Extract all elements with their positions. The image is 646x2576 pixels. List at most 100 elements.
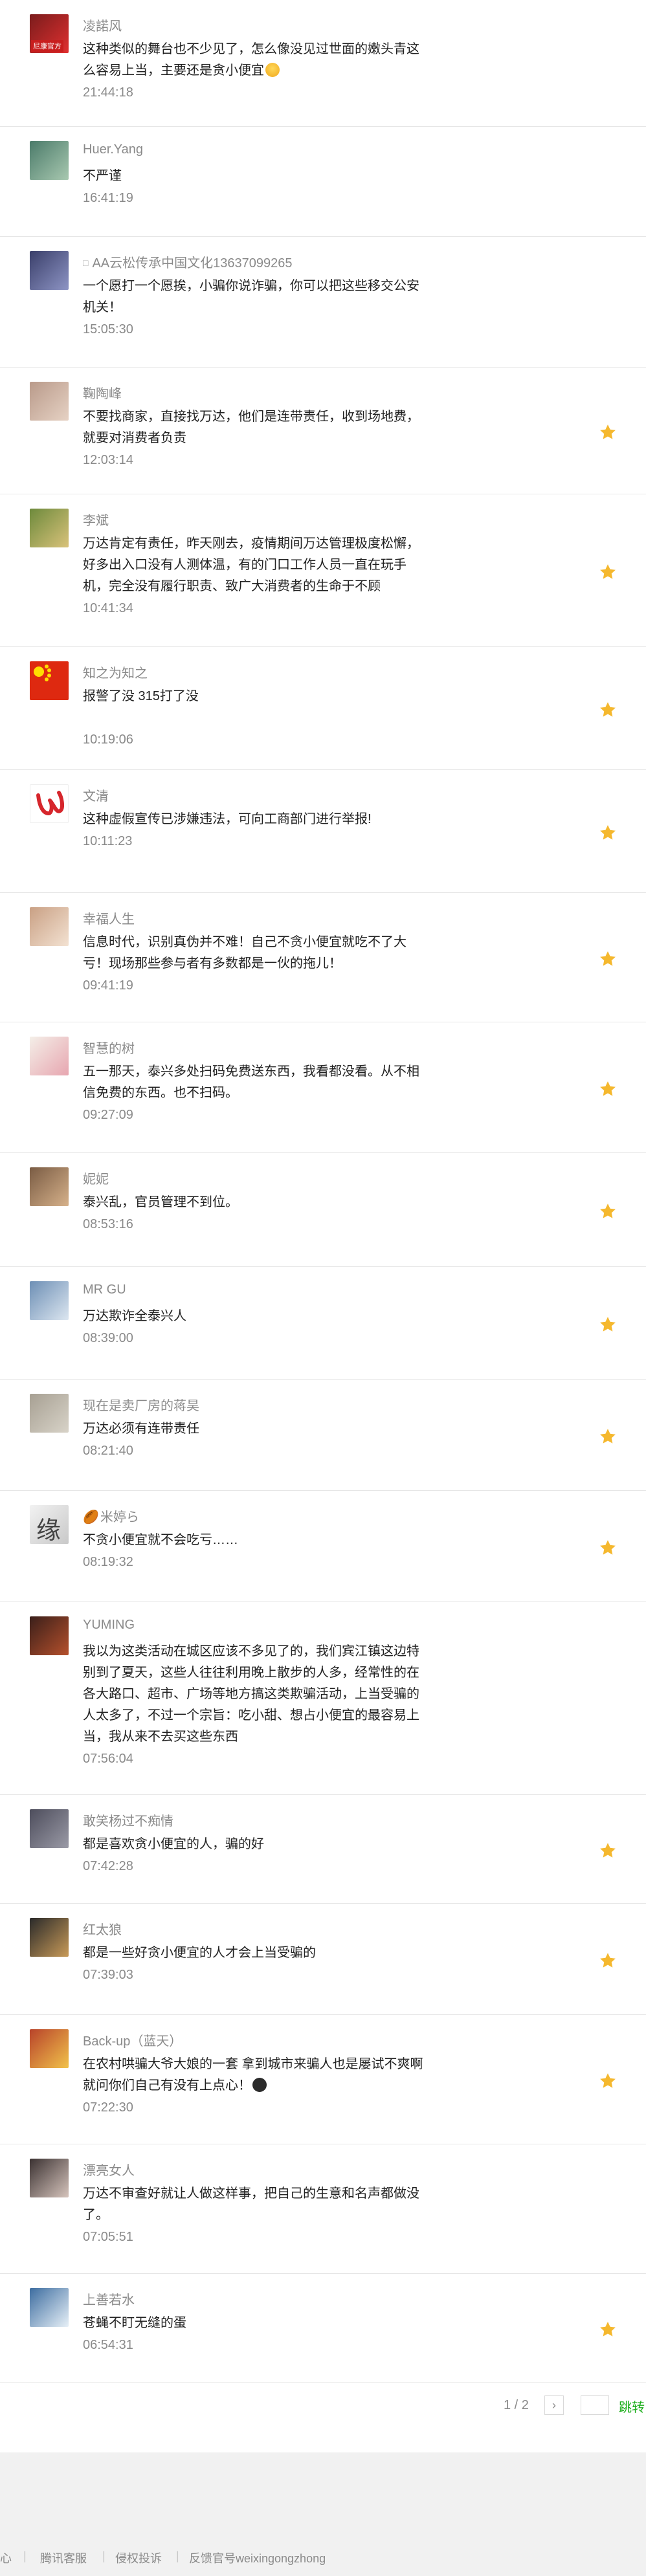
comment-author-name: Back-up（蓝天）	[83, 2034, 183, 2049]
comment-author[interactable]: 文清	[83, 786, 109, 804]
star-icon[interactable]	[598, 1841, 618, 1860]
comment-author[interactable]: 鞠陶峰	[83, 383, 122, 402]
next-page-button[interactable]: ›	[544, 2395, 564, 2415]
avatar[interactable]	[30, 1281, 69, 1320]
avatar[interactable]	[30, 2029, 69, 2068]
avatar[interactable]	[30, 1616, 69, 1655]
footer-divider: |	[23, 2549, 27, 2562]
comment-author[interactable]: 幸福人生	[83, 908, 135, 927]
avatar[interactable]: 尼康官方	[30, 14, 69, 53]
comment-time: 16:41:19	[83, 191, 133, 205]
comment-author-name: 妮妮	[83, 1172, 109, 1187]
comment-text: 在农村哄骗大爷大娘的一套 拿到城市来骗人也是屡试不爽啊 就问你们自己有没有上点心…	[83, 2054, 426, 2097]
avatar[interactable]	[30, 2288, 69, 2327]
avatar[interactable]	[30, 251, 69, 290]
avatar[interactable]	[30, 1394, 69, 1433]
star-icon[interactable]	[598, 2320, 618, 2339]
avatar[interactable]	[30, 2159, 69, 2197]
footer-link-center[interactable]: 心	[0, 2549, 12, 2566]
comment-author[interactable]: 敢笑杨过不痴情	[83, 1811, 173, 1829]
comment-author[interactable]: MR GU	[83, 1282, 126, 1297]
comment-text-body: 这种虚假宣传已涉嫌违法，可向工商部门进行举报!	[83, 812, 372, 826]
star-icon[interactable]	[598, 1079, 618, 1099]
star-icon[interactable]	[598, 1951, 618, 1970]
comment-item: 李斌 万达肯定有责任，昨天刚去，疫情期间万达管理极度松懈，好多出入口没有人测体温，…	[0, 494, 646, 647]
star-icon[interactable]	[598, 423, 618, 442]
comment-author[interactable]: 🏉 米婷ら	[83, 1506, 139, 1525]
comment-author[interactable]: 李斌	[83, 510, 109, 529]
star-icon[interactable]	[598, 2071, 618, 2091]
comment-text-body: 一个愿打一个愿挨，小骗你说诈骗，你可以把这些移交公安机关！	[83, 279, 419, 314]
comment-author[interactable]: Back-up（蓝天）	[83, 2031, 182, 2049]
star-icon[interactable]	[598, 562, 618, 582]
comment-text-body: 这种类似的舞台也不少见了，怎么像没见过世面的嫩头青这么容易上当，主要还是贪小便宜	[83, 42, 419, 78]
comment-item: MR GU 万达欺诈全泰兴人 08:39:00	[0, 1267, 646, 1380]
comment-author[interactable]: 智慧的树	[83, 1038, 135, 1057]
comment-author[interactable]: 知之为知之	[83, 663, 148, 681]
star-icon[interactable]	[598, 1202, 618, 1221]
avatar[interactable]	[30, 784, 69, 823]
comment-author[interactable]: □ AA云松传承中国文化13637099265	[83, 252, 293, 271]
comment-time: 15:05:30	[83, 322, 133, 336]
star-icon[interactable]	[598, 1315, 618, 1334]
avatar-badge: 尼康官方	[31, 40, 63, 52]
comment-text: 万达不审查好就让人做这样事，把自己的生意和名声都做没了。	[83, 2183, 426, 2226]
comment-author-name: 李斌	[83, 514, 109, 528]
comment-item: □ AA云松传承中国文化13637099265 一个愿打一个愿挨，小骗你说诈骗，你可…	[0, 237, 646, 368]
comment-text: 都是喜欢贪小便宜的人，骗的好	[83, 1834, 426, 1855]
avatar[interactable]	[30, 1809, 69, 1848]
comment-item: YUMING 我以为这类活动在城区应该不多见了的，我们宾江镇这边特别到了夏天，这些…	[0, 1602, 646, 1795]
star-icon[interactable]	[598, 700, 618, 720]
jump-button[interactable]: 跳转	[619, 2397, 645, 2416]
comment-author[interactable]: 妮妮	[83, 1169, 109, 1187]
comment-item: 敢笑杨过不痴情 都是喜欢贪小便宜的人，骗的好 07:42:28	[0, 1795, 646, 1904]
comment-author-name: MR GU	[83, 1282, 126, 1297]
avatar[interactable]	[30, 509, 69, 547]
comment-time: 21:44:18	[83, 85, 133, 100]
comment-time: 08:19:32	[83, 1555, 133, 1569]
star-icon[interactable]	[598, 1427, 618, 1446]
comment-author[interactable]: 上善若水	[83, 2289, 135, 2308]
comment-text: 信息时代，识别真伪并不难！自己不贪小便宜就吃不了大亏！现场那些参与者有多数都是一…	[83, 932, 426, 974]
avatar[interactable]	[30, 907, 69, 946]
comment-author-name: 现在是卖厂房的蒋昊	[83, 1399, 199, 1413]
avatar[interactable]: 缘	[30, 1505, 69, 1544]
star-icon[interactable]	[598, 1538, 618, 1558]
comment-text-body: 万达必须有连带责任	[83, 1422, 199, 1436]
footer-link-complaint[interactable]: 侵权投诉	[115, 2549, 162, 2566]
comment-text: 不要找商家，直接找万达，他们是连带责任，收到场地费，就要对消费者负责	[83, 406, 426, 449]
comment-author[interactable]: 红太狼	[83, 1919, 122, 1938]
comment-text-body: 我以为这类活动在城区应该不多见了的，我们宾江镇这边特别到了夏天，这些人往往利用晚…	[83, 1644, 419, 1744]
comment-author[interactable]: Huer.Yang	[83, 142, 143, 157]
pagination: 1 / 2 › 跳转	[0, 2383, 646, 2434]
comment-text-body: 万达欺诈全泰兴人	[83, 1309, 186, 1323]
star-icon[interactable]	[598, 949, 618, 969]
star-icon[interactable]	[598, 823, 618, 842]
comment-time: 10:19:06	[83, 732, 133, 747]
comment-author-name: YUMING	[83, 1618, 135, 1632]
comment-text-body: 万达不审查好就让人做这样事，把自己的生意和名声都做没了。	[83, 2186, 419, 2222]
footer-link-service[interactable]: 腾讯客服	[40, 2549, 87, 2566]
grinning-face-icon	[265, 63, 280, 77]
comment-text: 都是一些好贪小便宜的人才会上当受骗的	[83, 1943, 426, 1964]
avatar[interactable]	[30, 1918, 69, 1957]
comment-author[interactable]: YUMING	[83, 1618, 135, 1633]
avatar[interactable]	[30, 661, 69, 700]
comment-author-name: 米婷ら	[100, 1510, 139, 1525]
comment-time: 07:39:03	[83, 1968, 133, 1982]
avatar[interactable]	[30, 1037, 69, 1075]
comment-author[interactable]: 凌諾风	[83, 16, 122, 34]
nickname-emoji: 🏉	[83, 1510, 99, 1525]
avatar[interactable]	[30, 1167, 69, 1206]
comment-text-body: 不严谨	[83, 169, 122, 183]
comment-author-name: 幸福人生	[83, 912, 135, 927]
comment-author[interactable]: 漂亮女人	[83, 2160, 135, 2179]
badge-icon: □	[83, 258, 89, 268]
comment-author[interactable]: 现在是卖厂房的蒋昊	[83, 1395, 199, 1414]
page-number-input[interactable]	[581, 2395, 609, 2415]
avatar[interactable]	[30, 141, 69, 180]
comment-text-body: 泰兴乱，官员管理不到位。	[83, 1195, 238, 1209]
comment-text: 我以为这类活动在城区应该不多见了的，我们宾江镇这边特别到了夏天，这些人往往利用晚…	[83, 1641, 426, 1748]
avatar[interactable]	[30, 382, 69, 421]
footer-link-feedback[interactable]: 反馈官号weixingongzhong	[189, 2549, 326, 2566]
